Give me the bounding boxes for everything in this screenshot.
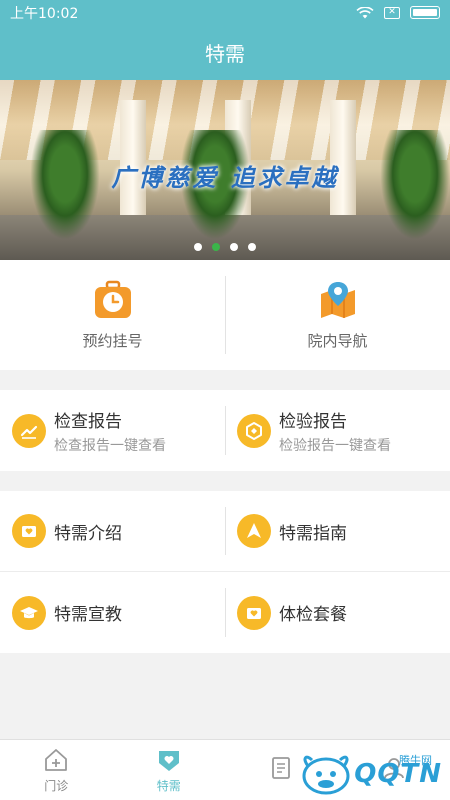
- banner-slogan: 广博慈爱 追求卓越: [111, 163, 339, 192]
- exam-report-title: 检查报告: [54, 411, 122, 432]
- heart-card-icon: [12, 514, 46, 548]
- services-section: 特需介绍 特需指南 特需宣教 体检套餐: [0, 491, 450, 653]
- hospital-navigation-button[interactable]: 院内导航: [225, 260, 450, 370]
- banner-pagination[interactable]: [0, 243, 450, 251]
- lab-report-title: 检验报告: [279, 411, 347, 432]
- special-education-button[interactable]: 特需宣教: [0, 572, 225, 653]
- banner-dot-active[interactable]: [212, 243, 220, 251]
- quick-actions-section: 预约挂号 院内导航: [0, 260, 450, 370]
- lab-report-subtitle: 检验报告一键查看: [279, 437, 391, 454]
- tab-clinic-label: 门诊: [44, 778, 69, 793]
- hospital-navigation-label: 院内导航: [307, 331, 368, 350]
- banner-dot[interactable]: [194, 243, 202, 251]
- wifi-icon: [356, 6, 374, 18]
- special-guide-button[interactable]: 特需指南: [225, 491, 450, 571]
- heart-shield-icon: [158, 750, 179, 771]
- quick-actions-row: 预约挂号 院内导航: [0, 260, 450, 370]
- tab-special[interactable]: 特需: [113, 740, 226, 800]
- banner-dot[interactable]: [248, 243, 256, 251]
- status-icons: ✕: [356, 6, 440, 19]
- watermark: QQTN 腾牛网: [242, 752, 442, 796]
- reports-section: 检查报告 检查报告一键查看 检验报告 检验报告一键查看: [0, 390, 450, 471]
- alarm-clock-icon: [94, 280, 131, 318]
- special-intro-button[interactable]: 特需介绍: [0, 491, 225, 571]
- graduation-cap-icon: [12, 595, 46, 630]
- services-row: 特需宣教 体检套餐: [0, 572, 450, 653]
- page-title: 特需: [205, 42, 245, 66]
- special-intro-title: 特需介绍: [54, 523, 122, 544]
- exam-report-subtitle: 检查报告一键查看: [54, 437, 166, 454]
- battery-icon: [410, 6, 440, 19]
- hexagon-icon: [237, 413, 271, 448]
- tab-special-label: 特需: [156, 778, 181, 793]
- status-bar: 上午10:02 ✕: [0, 0, 450, 25]
- special-education-title: 特需宣教: [54, 605, 122, 625]
- watermark-caption: 腾牛网: [399, 754, 432, 767]
- checkup-package-button[interactable]: 体检套餐: [225, 572, 450, 653]
- exam-report-button[interactable]: 检查报告 检查报告一键查看: [0, 390, 225, 471]
- clinic-icon: [45, 748, 68, 771]
- no-sim-icon: ✕: [384, 6, 400, 19]
- page-header: 特需: [0, 25, 450, 80]
- lab-report-button[interactable]: 检验报告 检验报告一键查看: [225, 390, 450, 471]
- services-row: 特需介绍 特需指南: [0, 491, 450, 572]
- watermark-bull-logo: [302, 755, 350, 795]
- appointment-label: 预约挂号: [82, 331, 143, 350]
- special-guide-title: 特需指南: [279, 523, 347, 544]
- chart-icon: [12, 413, 46, 448]
- tab-clinic[interactable]: 门诊: [0, 740, 113, 800]
- lab-report-text: 检验报告 检验报告一键查看: [279, 407, 391, 455]
- banner-dot[interactable]: [230, 243, 238, 251]
- reports-row: 检查报告 检查报告一键查看 检验报告 检验报告一键查看: [0, 390, 450, 471]
- status-time: 上午10:02: [10, 5, 79, 22]
- navigation-arrow-icon: [237, 514, 271, 548]
- banner-carousel[interactable]: 广博慈爱 追求卓越: [0, 80, 450, 260]
- checkup-package-title: 体检套餐: [279, 605, 347, 625]
- map-pin-icon: [320, 281, 355, 318]
- exam-report-text: 检查报告 检查报告一键查看: [54, 407, 166, 455]
- heart-card-icon: [237, 595, 271, 630]
- appointment-button[interactable]: 预约挂号: [0, 260, 225, 370]
